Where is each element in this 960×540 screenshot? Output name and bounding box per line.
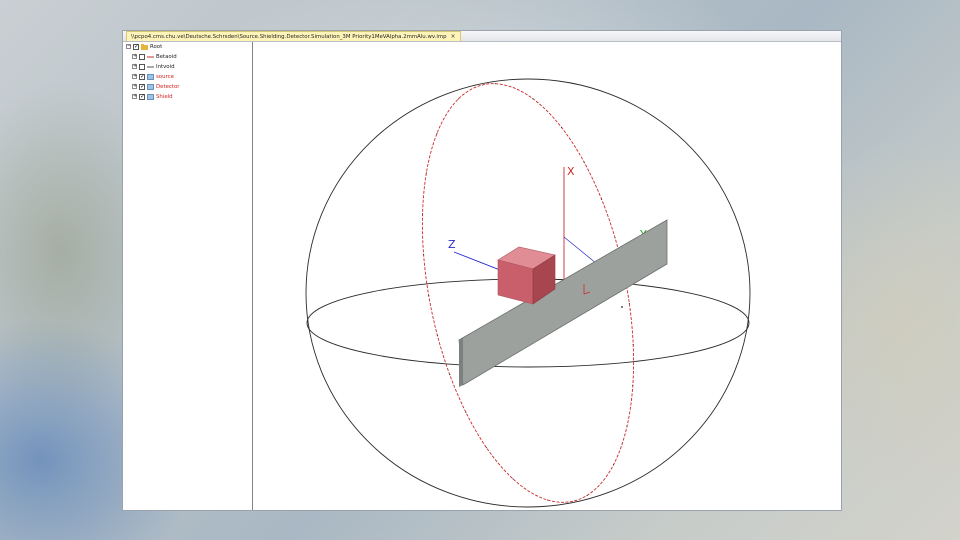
close-tab-icon[interactable]: × <box>451 32 456 42</box>
folder-icon <box>141 43 148 50</box>
tree-node-root[interactable]: − ✓ Root <box>126 42 162 51</box>
collapse-icon[interactable]: − <box>126 44 131 49</box>
tree-node-detector[interactable]: + ✓ Detector <box>132 82 180 91</box>
3d-viewport[interactable]: X Z Y <box>254 42 841 510</box>
root-checkbox[interactable]: ✓ <box>133 43 139 50</box>
visibility-checkbox[interactable] <box>139 63 145 70</box>
cursor-dot <box>621 306 623 308</box>
volume-line-icon <box>147 64 154 70</box>
tree-node-label: Intvoid <box>156 63 175 70</box>
tree-node-label: Root <box>150 43 163 50</box>
visibility-checkbox[interactable]: ✓ <box>139 83 145 90</box>
visibility-checkbox[interactable]: ✓ <box>139 73 145 80</box>
tree-node-intvoid[interactable]: + Intvoid <box>132 62 175 71</box>
expand-icon[interactable]: + <box>132 74 137 79</box>
visibility-checkbox[interactable] <box>139 53 145 60</box>
shape-icon <box>147 93 154 100</box>
tree-node-label: Detector <box>156 83 180 90</box>
axis-x-label: X <box>567 165 575 178</box>
visibility-checkbox[interactable]: ✓ <box>139 93 145 100</box>
shape-icon <box>147 73 154 80</box>
app-window: \\pcpo4.cms.chu.ve\Deutsche.Schrsden\Sou… <box>122 30 842 511</box>
tree-node-betaoid[interactable]: + Betaoid <box>132 52 177 61</box>
tree-node-label: Shield <box>156 93 173 100</box>
scene-svg: X Z Y <box>305 78 751 508</box>
tree-node-label: Betaoid <box>156 53 177 60</box>
slab-face <box>458 219 668 386</box>
geometry-tree-panel: − ✓ Root + Betaoid + Intvoid + ✓ source … <box>123 42 253 510</box>
tree-node-source[interactable]: + ✓ source <box>132 72 174 81</box>
shape-icon <box>147 83 154 90</box>
axis-z-label: Z <box>448 238 456 251</box>
expand-icon[interactable]: + <box>132 84 137 89</box>
expand-icon[interactable]: + <box>132 54 137 59</box>
document-tab-bar: \\pcpo4.cms.chu.ve\Deutsche.Schrsden\Sou… <box>123 31 841 42</box>
document-tab[interactable]: \\pcpo4.cms.chu.ve\Deutsche.Schrsden\Sou… <box>126 31 461 41</box>
tree-node-shield[interactable]: + ✓ Shield <box>132 92 173 101</box>
volume-line-icon <box>147 54 154 60</box>
document-tab-title: \\pcpo4.cms.chu.ve\Deutsche.Schrsden\Sou… <box>131 33 447 40</box>
tree-node-label: source <box>156 73 174 80</box>
slab-edge <box>459 338 463 387</box>
expand-icon[interactable]: + <box>132 94 137 99</box>
expand-icon[interactable]: + <box>132 64 137 69</box>
